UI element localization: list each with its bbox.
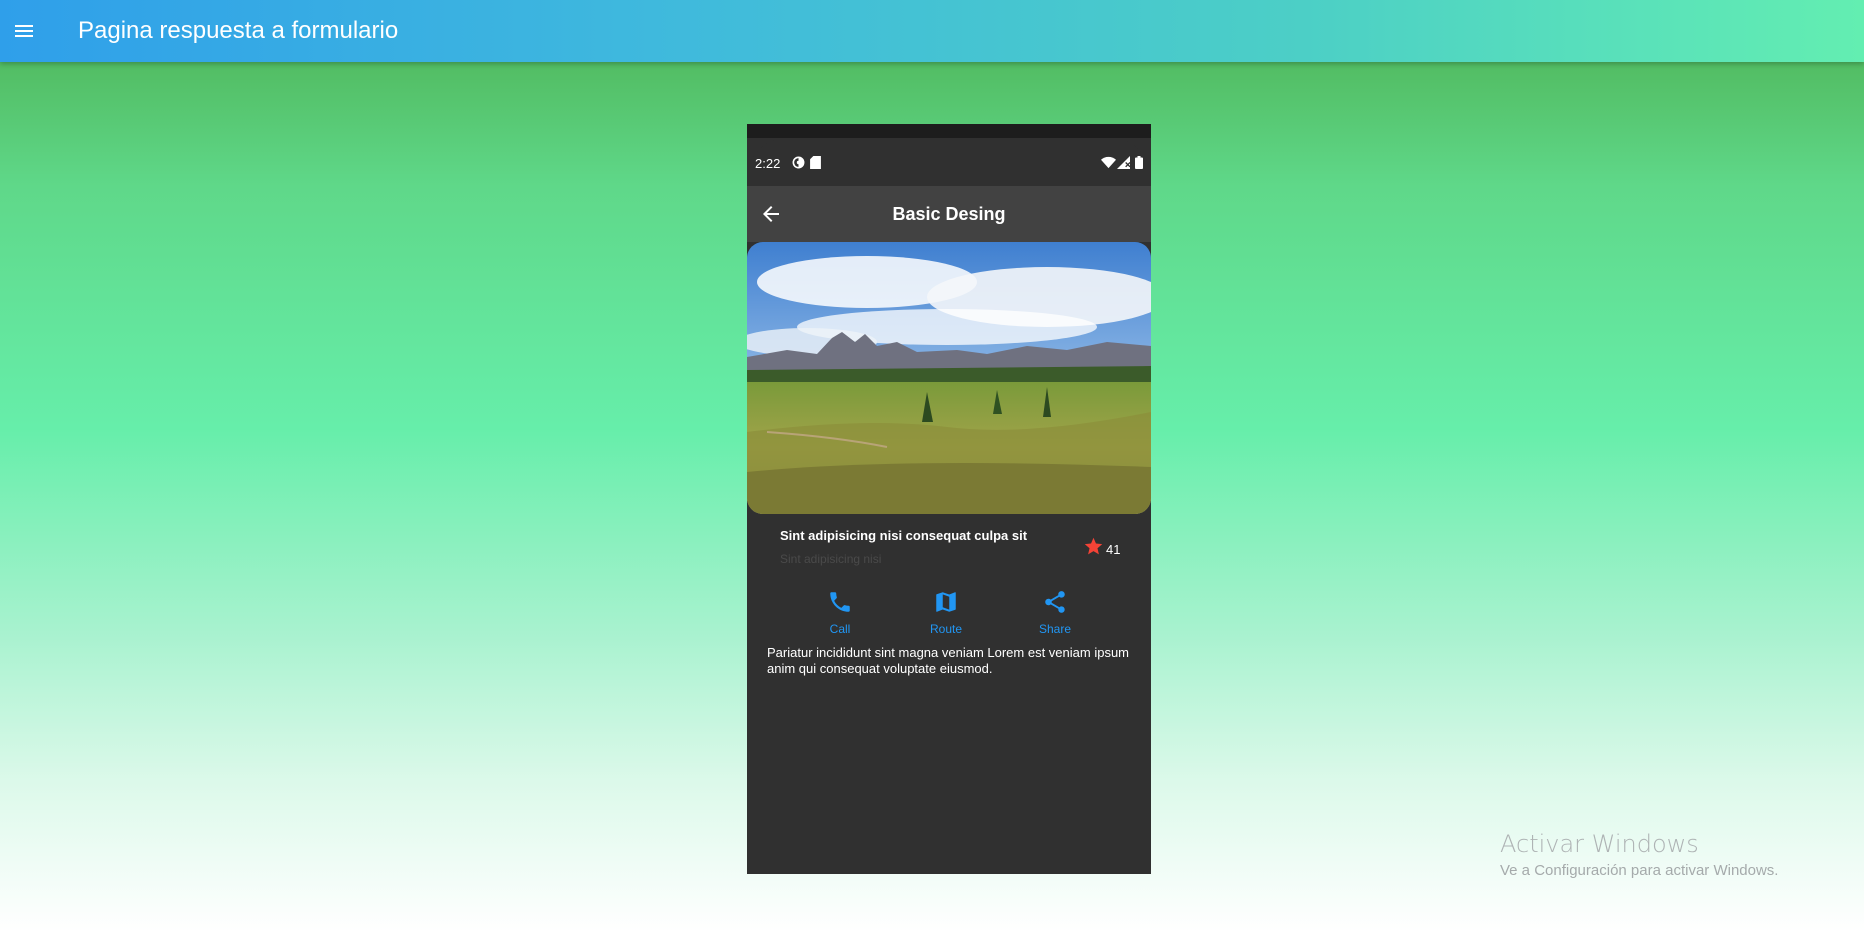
page-title: Pagina respuesta a formulario — [78, 17, 399, 44]
watermark-subtitle: Ve a Configuración para activar Windows. — [1500, 862, 1779, 879]
battery-icon — [1135, 156, 1143, 172]
map-icon — [933, 589, 959, 620]
share-label: Share — [1038, 622, 1072, 636]
item-info: Sint adipisicing nisi consequat culpa si… — [780, 528, 1060, 566]
status-bar: 2:22 — [747, 138, 1151, 186]
sd-card-icon — [810, 156, 821, 172]
call-label: Call — [829, 622, 851, 636]
signal-icon — [1117, 156, 1131, 172]
route-label: Route — [929, 622, 963, 636]
wifi-icon — [1101, 156, 1116, 172]
description-text: Pariatur incididunt sint magna veniam Lo… — [767, 645, 1130, 676]
top-app-bar: Pagina respuesta a formulario — [0, 0, 1864, 62]
status-time: 2:22 — [755, 156, 781, 171]
item-subtitle: Sint adipisicing nisi — [780, 552, 882, 566]
call-button[interactable]: Call — [810, 589, 870, 636]
item-title: Sint adipisicing nisi consequat culpa si… — [780, 528, 1028, 543]
screen-title: Basic Desing — [892, 204, 1006, 224]
app-bar: Basic Desing — [747, 186, 1151, 242]
hamburger-menu-icon[interactable] — [0, 3, 48, 59]
phone-icon — [827, 589, 853, 620]
share-icon — [1042, 589, 1068, 620]
windows-activation-watermark: Activar Windows Ve a Configuración para … — [1500, 830, 1778, 879]
rating: 41 — [1083, 536, 1120, 562]
rating-count: 41 — [1106, 541, 1121, 557]
action-row: Call Route Share — [747, 589, 1151, 639]
star-icon — [1083, 536, 1104, 562]
watermark-title: Activar Windows — [1500, 830, 1699, 858]
share-button[interactable]: Share — [1025, 589, 1085, 636]
phone-preview: 2:22 Basic Desing Sint adipisicing nisi … — [747, 124, 1151, 874]
app-notification-icon — [792, 156, 805, 172]
hero-image — [747, 242, 1151, 514]
phone-top-bezel — [747, 124, 1151, 138]
route-button[interactable]: Route — [916, 589, 976, 636]
